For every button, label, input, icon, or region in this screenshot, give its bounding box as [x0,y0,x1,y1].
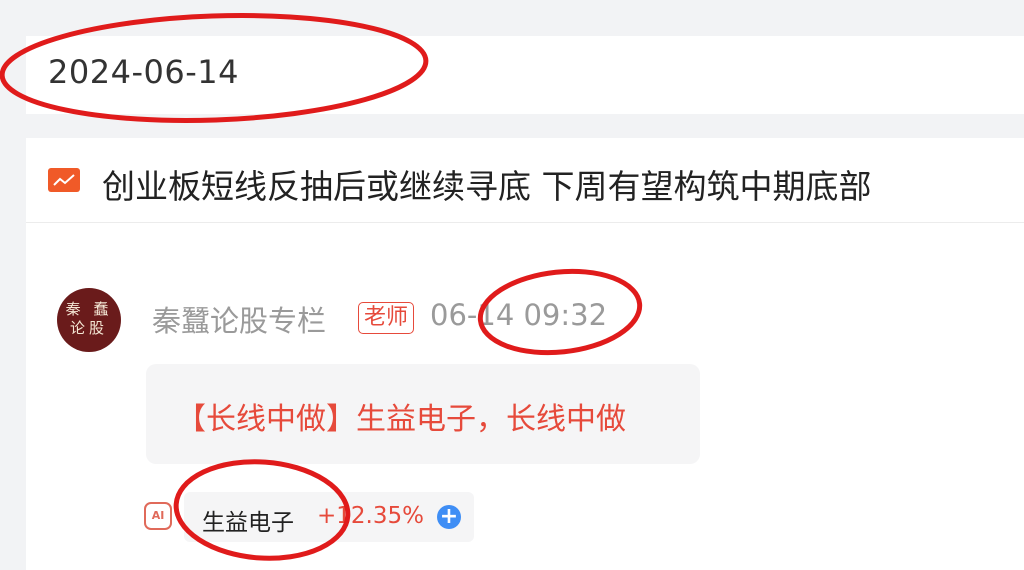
teacher-badge: 老师 [358,302,415,334]
headline-row[interactable]: 创业板短线反抽后或继续寻底 下周有望构筑中期底部 [26,138,1024,223]
stock-name[interactable]: 生益电子 [202,503,294,537]
avatar-text-line2: 论股 [69,319,108,337]
trend-chart-icon [48,168,80,192]
avatar-text-line1: 秦 蠢 [65,300,113,318]
post-content-bubble: 【长线中做】生益电子，长线中做 [146,364,700,464]
news-card: 创业板短线反抽后或继续寻底 下周有望构筑中期底部 秦 蠢 论股 秦蠶论股专栏 老… [26,138,1024,570]
stock-tag[interactable]: 生益电子 +12.35% + [184,492,474,542]
stock-change: +12.35% [317,503,424,529]
post-content: 【长线中做】生益电子，长线中做 [176,402,626,437]
date-label: 2024-06-14 [48,53,239,91]
post-timestamp: 06-14 09:32 [430,298,608,332]
add-icon[interactable]: + [437,505,461,529]
date-section: 2024-06-14 [26,36,1024,114]
ai-icon: AI [144,502,172,530]
headline-title[interactable]: 创业板短线反抽后或继续寻底 下周有望构筑中期底部 [102,160,872,208]
author-avatar[interactable]: 秦 蠢 论股 [57,288,121,352]
author-name[interactable]: 秦蠶论股专栏 [152,298,326,340]
